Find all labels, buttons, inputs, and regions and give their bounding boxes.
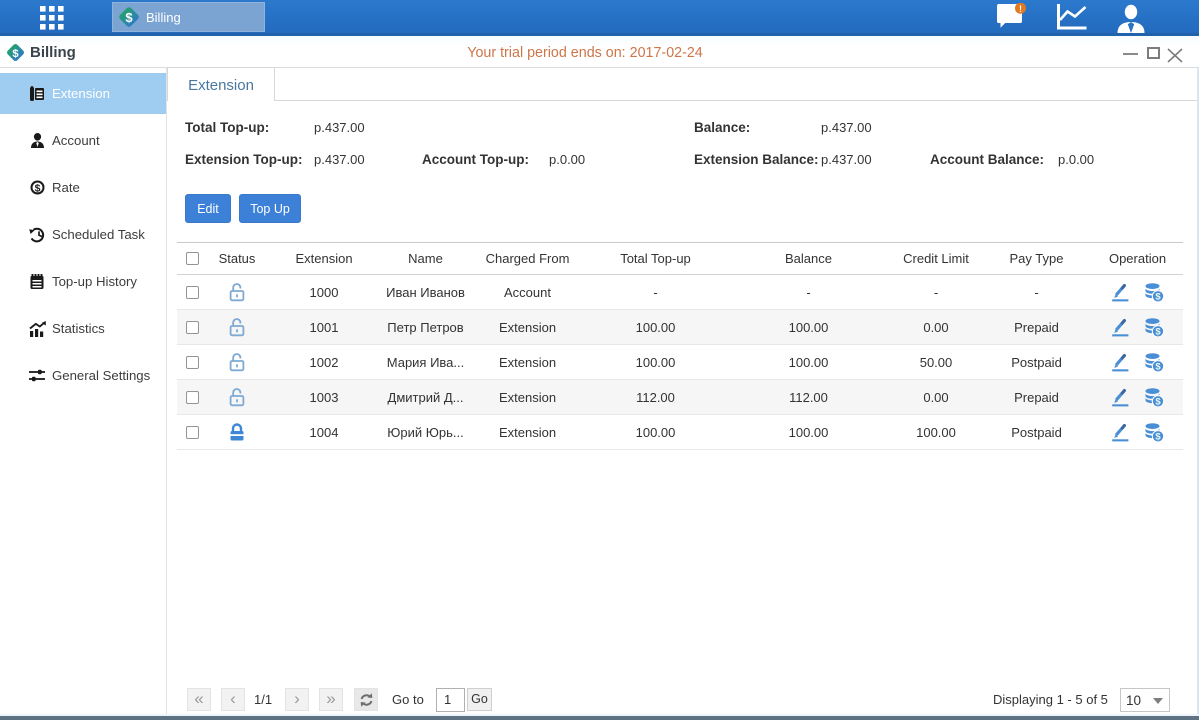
- svg-text:$: $: [125, 10, 133, 25]
- svg-text:$: $: [34, 182, 40, 194]
- svg-text:!: !: [1019, 4, 1022, 14]
